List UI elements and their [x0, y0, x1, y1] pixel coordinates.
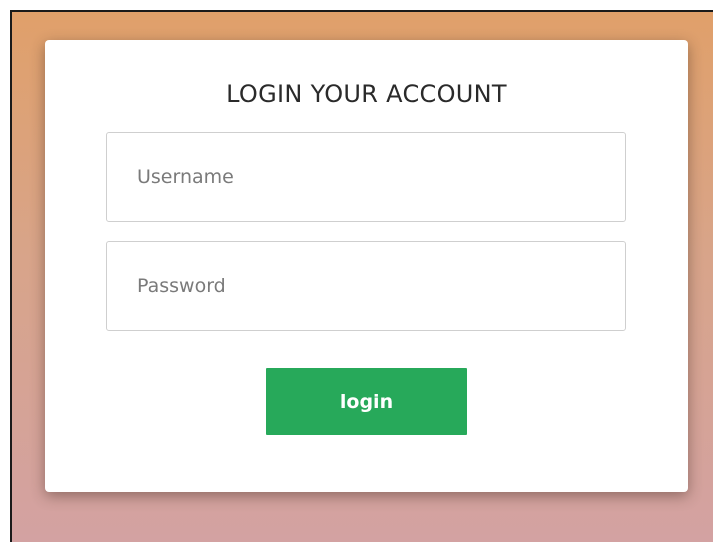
username-input[interactable]: [106, 132, 626, 222]
login-title: LOGIN YOUR ACCOUNT: [226, 80, 507, 108]
login-button[interactable]: login: [266, 368, 467, 435]
login-card: LOGIN YOUR ACCOUNT login: [45, 40, 688, 492]
password-input[interactable]: [106, 241, 626, 331]
page-background: LOGIN YOUR ACCOUNT login: [10, 10, 713, 542]
